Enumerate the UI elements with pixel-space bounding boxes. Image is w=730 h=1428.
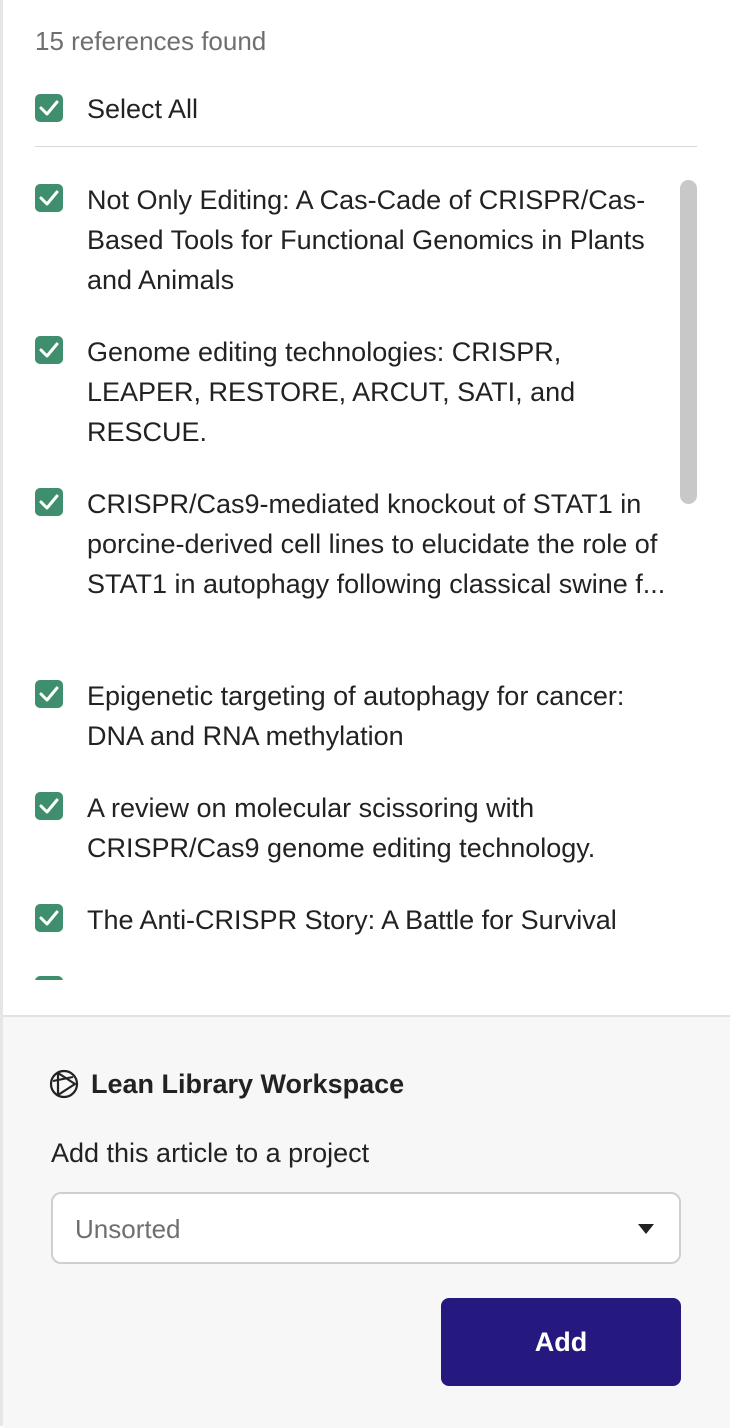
project-select[interactable]: Unsorted: [51, 1192, 681, 1264]
checkmark-icon: [39, 798, 59, 814]
reference-checkbox[interactable]: [35, 488, 63, 516]
checkmark-icon: [39, 100, 59, 116]
reference-checkbox[interactable]: [35, 680, 63, 708]
reference-title: Not Only Editing: A Cas-Cade of CRISPR/C…: [87, 185, 646, 295]
reference-checkbox[interactable]: [35, 336, 63, 364]
references-panel: 15 references found Select All Not Only …: [3, 0, 730, 1428]
reference-checkbox[interactable]: [35, 184, 63, 212]
scrollbar-thumb[interactable]: [680, 180, 697, 504]
checkmark-icon: [39, 910, 59, 926]
select-all-row[interactable]: Select All: [35, 94, 635, 128]
reference-title: Genome editing technologies: CRISPR, LEA…: [87, 337, 576, 447]
divider: [35, 146, 697, 147]
checkmark-icon: [39, 686, 59, 702]
reference-title: Epigenetic targeting of autophagy for ca…: [87, 681, 625, 751]
select-all-checkbox[interactable]: [35, 94, 63, 122]
checkmark-icon: [39, 342, 59, 358]
dropdown-arrow-icon: [638, 1224, 654, 1234]
reference-checkbox[interactable]: [35, 904, 63, 932]
reference-title: A review on molecular scissoring with CR…: [87, 793, 596, 863]
checkmark-icon: [39, 190, 59, 206]
reference-title: The Anti-CRISPR Story: A Battle for Surv…: [87, 905, 617, 935]
reference-checkbox[interactable]: [35, 976, 63, 980]
workspace-title: Lean Library Workspace: [91, 1069, 405, 1099]
checkmark-icon: [39, 494, 59, 510]
reference-list[interactable]: Not Only Editing: A Cas-Cade of CRISPR/C…: [3, 160, 730, 980]
add-button[interactable]: Add: [441, 1298, 681, 1386]
select-all-label: Select All: [87, 94, 199, 124]
references-count: 15 references found: [35, 26, 267, 56]
reference-title: CRISPR/Cas9-mediated knockout of STAT1 i…: [87, 489, 666, 599]
workspace-footer: Lean Library Workspace Add this article …: [3, 1015, 730, 1428]
project-select-value: Unsorted: [75, 1214, 181, 1244]
lean-library-logo-icon: [49, 1069, 79, 1099]
project-label: Add this article to a project: [51, 1138, 370, 1168]
reference-checkbox[interactable]: [35, 792, 63, 820]
